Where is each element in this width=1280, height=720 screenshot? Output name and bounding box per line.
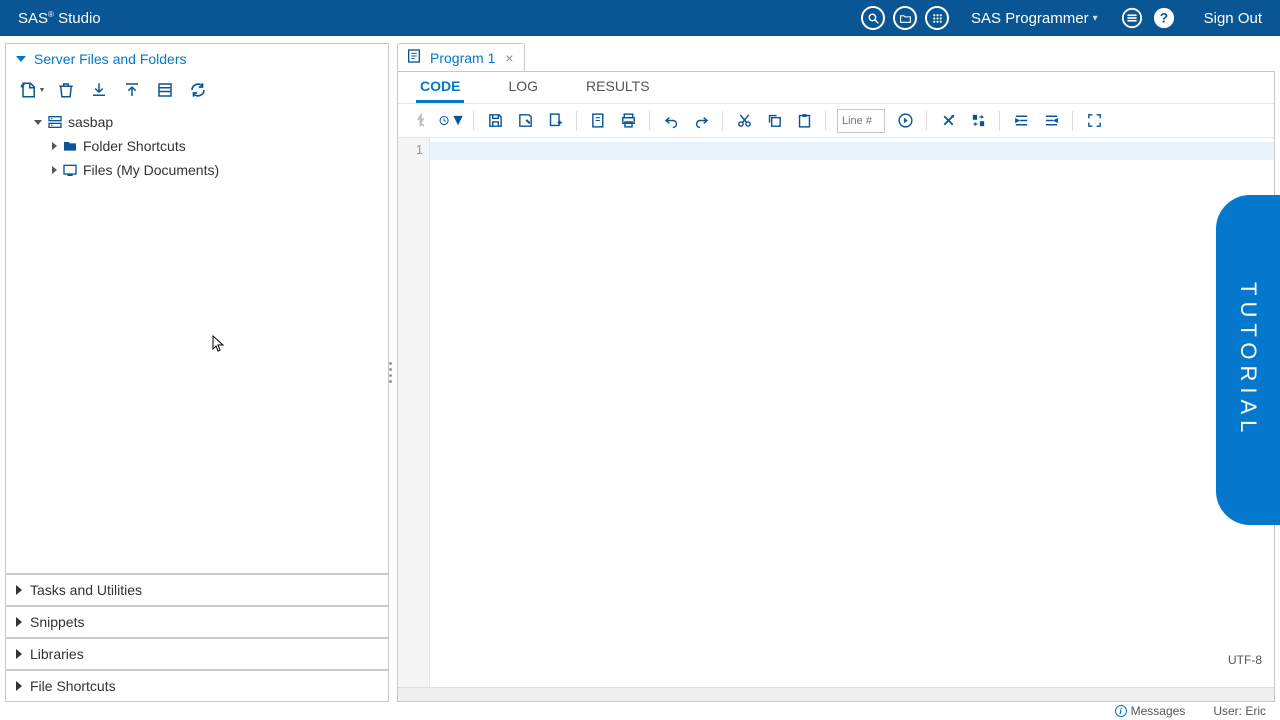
- properties-icon[interactable]: [148, 76, 181, 104]
- help-icon[interactable]: ?: [1152, 6, 1176, 30]
- delete-icon[interactable]: [49, 76, 82, 104]
- clear-icon[interactable]: [934, 108, 962, 134]
- status-bar: i Messages User: Eric: [0, 702, 1280, 720]
- my-documents-icon: [62, 162, 78, 178]
- sign-out-link[interactable]: Sign Out: [1204, 10, 1262, 27]
- svg-text:?: ?: [1159, 11, 1167, 26]
- subtab-code[interactable]: CODE: [416, 72, 464, 103]
- more-options-icon[interactable]: [1120, 6, 1144, 30]
- tree-node-label: sasbap: [68, 114, 113, 130]
- copy-icon[interactable]: [760, 108, 788, 134]
- messages-link[interactable]: i Messages: [1115, 704, 1186, 718]
- run-icon: [408, 108, 436, 134]
- panel-header-file-shortcuts[interactable]: File Shortcuts: [6, 671, 388, 701]
- panel-header-files[interactable]: Server Files and Folders: [6, 44, 388, 74]
- folder-tree: sasbap Folder Shortcuts Files (My Docume…: [6, 106, 388, 573]
- tutorial-tab[interactable]: TUTORIAL: [1216, 195, 1280, 525]
- redo-icon[interactable]: [687, 108, 715, 134]
- tree-node-folder-shortcuts[interactable]: Folder Shortcuts: [6, 134, 388, 158]
- folder-shortcut-icon: [62, 138, 78, 154]
- tree-node-server[interactable]: sasbap: [6, 110, 388, 134]
- outdent-icon[interactable]: [1037, 108, 1065, 134]
- panel-header-snippets[interactable]: Snippets: [6, 607, 388, 637]
- tree-node-label: Files (My Documents): [83, 162, 219, 178]
- upload-icon[interactable]: [115, 76, 148, 104]
- tree-node-files[interactable]: Files (My Documents): [6, 158, 388, 182]
- indent-icon[interactable]: [1007, 108, 1035, 134]
- files-toolbar: ▼: [6, 74, 388, 106]
- navigation-sidebar: Server Files and Folders ▼: [5, 43, 389, 702]
- line-gutter: 1: [398, 138, 430, 687]
- splitter-handle[interactable]: [389, 360, 393, 384]
- refresh-icon[interactable]: [181, 76, 214, 104]
- user-menu[interactable]: SAS Programmer: [971, 10, 1098, 27]
- download-icon[interactable]: [82, 76, 115, 104]
- code-editor[interactable]: 1 UTF-8: [398, 138, 1274, 687]
- tree-node-label: Folder Shortcuts: [83, 138, 186, 154]
- close-tab-icon[interactable]: ×: [503, 50, 515, 66]
- goto-line-input[interactable]: [837, 109, 885, 133]
- editor-area: Program 1 × CODE LOG RESULTS ▼: [397, 43, 1275, 702]
- summary-icon[interactable]: [584, 108, 612, 134]
- history-icon[interactable]: ▼: [438, 108, 466, 134]
- user-label: User: Eric: [1213, 704, 1266, 718]
- horizontal-scrollbar[interactable]: [398, 687, 1274, 701]
- paste-icon[interactable]: [790, 108, 818, 134]
- goto-line-icon[interactable]: [891, 108, 919, 134]
- save-as-icon[interactable]: [511, 108, 539, 134]
- undo-icon[interactable]: [657, 108, 685, 134]
- add-to-snippets-icon[interactable]: [541, 108, 569, 134]
- find-replace-icon[interactable]: [964, 108, 992, 134]
- editor-toolbar: ▼: [398, 104, 1274, 138]
- tab-label: Program 1: [430, 50, 495, 66]
- new-button[interactable]: ▼: [16, 76, 49, 104]
- cut-icon[interactable]: [730, 108, 758, 134]
- panel-header-tasks[interactable]: Tasks and Utilities: [6, 575, 388, 605]
- program-icon: [406, 48, 422, 67]
- line-number: 1: [398, 142, 423, 160]
- print-icon[interactable]: [614, 108, 642, 134]
- top-banner: SAS® Studio SAS Programmer ? Sign Out: [0, 0, 1280, 36]
- encoding-label: UTF-8: [1228, 653, 1262, 667]
- panel-header-libraries[interactable]: Libraries: [6, 639, 388, 669]
- info-icon: i: [1115, 705, 1127, 717]
- apps-grid-icon[interactable]: [925, 6, 949, 30]
- save-icon[interactable]: [481, 108, 509, 134]
- subtab-results[interactable]: RESULTS: [582, 72, 654, 103]
- panel-header-label: Server Files and Folders: [34, 51, 187, 67]
- server-icon: [47, 114, 63, 130]
- program-tab[interactable]: Program 1 ×: [397, 43, 525, 71]
- subtab-log[interactable]: LOG: [504, 72, 542, 103]
- app-title: SAS® Studio: [18, 10, 101, 27]
- search-icon[interactable]: [861, 6, 885, 30]
- open-folder-icon[interactable]: [893, 6, 917, 30]
- maximize-icon[interactable]: [1080, 108, 1108, 134]
